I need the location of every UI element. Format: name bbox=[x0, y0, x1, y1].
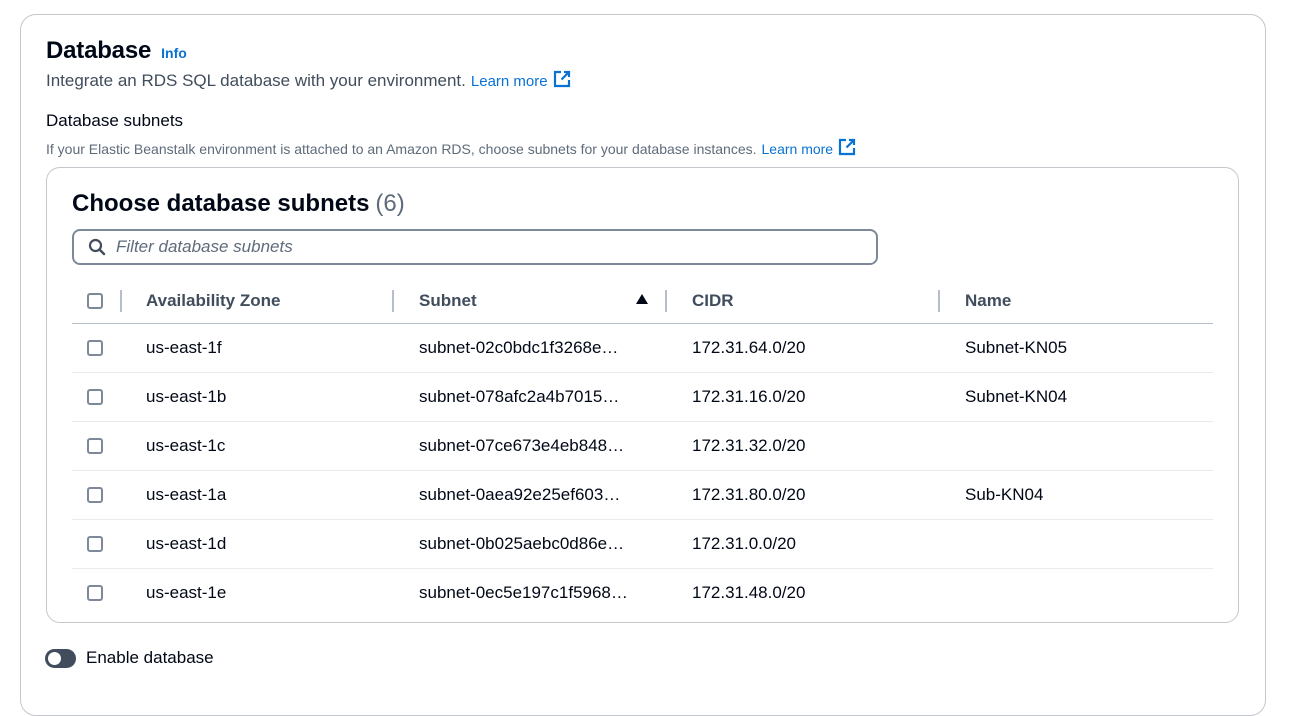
table-header-row: Availability Zone Subnet CIDR Name bbox=[72, 278, 1213, 324]
cell-name: Sub-KN04 bbox=[965, 485, 1044, 504]
row-checkbox[interactable] bbox=[87, 389, 103, 405]
cell-cidr: 172.31.0.0/20 bbox=[692, 534, 796, 553]
cell-subnet: subnet-0b025aebc0d86e… bbox=[419, 534, 625, 553]
enable-database-label[interactable]: Enable database bbox=[86, 648, 214, 668]
subnets-field-description: If your Elastic Beanstalk environment is… bbox=[46, 138, 856, 159]
filter-field[interactable] bbox=[72, 229, 878, 265]
toggle-knob bbox=[48, 651, 61, 665]
cell-subnet: subnet-0ec5e197c1f5968… bbox=[419, 583, 628, 602]
cell-cidr: 172.31.16.0/20 bbox=[692, 387, 806, 406]
row-checkbox[interactable] bbox=[87, 585, 103, 601]
table-row[interactable]: us-east-1a subnet-0aea92e25ef603… 172.31… bbox=[72, 471, 1213, 520]
column-divider[interactable] bbox=[120, 289, 122, 312]
row-checkbox[interactable] bbox=[87, 536, 103, 552]
cell-availability-zone: us-east-1d bbox=[146, 534, 227, 553]
external-link-icon bbox=[838, 138, 856, 159]
section-description: Integrate an RDS SQL database with your … bbox=[46, 70, 571, 92]
table-row[interactable]: us-east-1f subnet-02c0bdc1f3268e… 172.31… bbox=[72, 324, 1213, 373]
section-description-text: Integrate an RDS SQL database with your … bbox=[46, 71, 466, 90]
table-header: Choose database subnets (6) bbox=[72, 190, 405, 218]
table-row[interactable]: us-east-1e subnet-0ec5e197c1f5968… 172.3… bbox=[72, 569, 1213, 617]
external-link-icon bbox=[553, 70, 571, 92]
learn-more-label: Learn more bbox=[470, 72, 548, 90]
cell-cidr: 172.31.64.0/20 bbox=[692, 338, 806, 357]
column-header-subnet[interactable]: Subnet bbox=[419, 291, 477, 311]
cell-cidr: 172.31.80.0/20 bbox=[692, 485, 806, 504]
cell-cidr: 172.31.48.0/20 bbox=[692, 583, 806, 602]
column-divider[interactable] bbox=[938, 289, 940, 312]
column-header-name[interactable]: Name bbox=[965, 291, 1011, 311]
table-row[interactable]: us-east-1c subnet-07ce673e4eb848… 172.31… bbox=[72, 422, 1213, 471]
table-count: (6) bbox=[375, 190, 405, 217]
learn-more-link[interactable]: Learn more bbox=[471, 70, 571, 92]
section-header: Database Info bbox=[46, 37, 187, 65]
row-checkbox[interactable] bbox=[87, 487, 103, 503]
cell-subnet: subnet-02c0bdc1f3268e… bbox=[419, 338, 619, 357]
column-header-availability-zone[interactable]: Availability Zone bbox=[146, 291, 280, 311]
database-panel: Database Info Integrate an RDS SQL datab… bbox=[20, 14, 1266, 716]
cell-subnet: subnet-07ce673e4eb848… bbox=[419, 436, 625, 455]
info-link[interactable]: Info bbox=[161, 45, 187, 61]
cell-subnet: subnet-078afc2a4b7015… bbox=[419, 387, 620, 406]
enable-database-row: Enable database bbox=[45, 648, 214, 668]
search-icon bbox=[88, 238, 106, 256]
cell-cidr: 172.31.32.0/20 bbox=[692, 436, 806, 455]
subnets-table: Availability Zone Subnet CIDR Name us-ea… bbox=[72, 278, 1213, 617]
row-checkbox[interactable] bbox=[87, 438, 103, 454]
subnets-learn-more-label: Learn more bbox=[761, 140, 834, 157]
subnets-learn-more-link[interactable]: Learn more bbox=[762, 138, 857, 159]
cell-name: Subnet-KN05 bbox=[965, 338, 1068, 357]
subnets-description-text: If your Elastic Beanstalk environment is… bbox=[46, 140, 757, 157]
select-all-checkbox[interactable] bbox=[87, 292, 103, 309]
cell-availability-zone: us-east-1e bbox=[146, 583, 227, 602]
cell-subnet: subnet-0aea92e25ef603… bbox=[419, 485, 621, 504]
section-title: Database bbox=[46, 37, 152, 64]
subnets-field-label: Database subnets bbox=[46, 111, 184, 130]
cell-availability-zone: us-east-1f bbox=[146, 338, 222, 357]
row-checkbox[interactable] bbox=[87, 340, 103, 356]
subnets-table-container: Choose database subnets (6) Availability… bbox=[46, 167, 1239, 623]
table-row[interactable]: us-east-1d subnet-0b025aebc0d86e… 172.31… bbox=[72, 520, 1213, 569]
enable-database-toggle[interactable] bbox=[45, 648, 76, 668]
cell-name: Subnet-KN04 bbox=[965, 387, 1068, 406]
filter-input[interactable] bbox=[114, 236, 818, 258]
cell-availability-zone: us-east-1a bbox=[146, 485, 227, 504]
column-divider[interactable] bbox=[392, 289, 394, 312]
table-row[interactable]: us-east-1b subnet-078afc2a4b7015… 172.31… bbox=[72, 373, 1213, 422]
column-header-cidr[interactable]: CIDR bbox=[692, 291, 734, 311]
table-title: Choose database subnets bbox=[72, 190, 370, 217]
sort-ascending-icon[interactable] bbox=[635, 292, 649, 310]
cell-availability-zone: us-east-1b bbox=[146, 387, 227, 406]
column-divider[interactable] bbox=[665, 289, 667, 312]
cell-availability-zone: us-east-1c bbox=[146, 436, 226, 455]
